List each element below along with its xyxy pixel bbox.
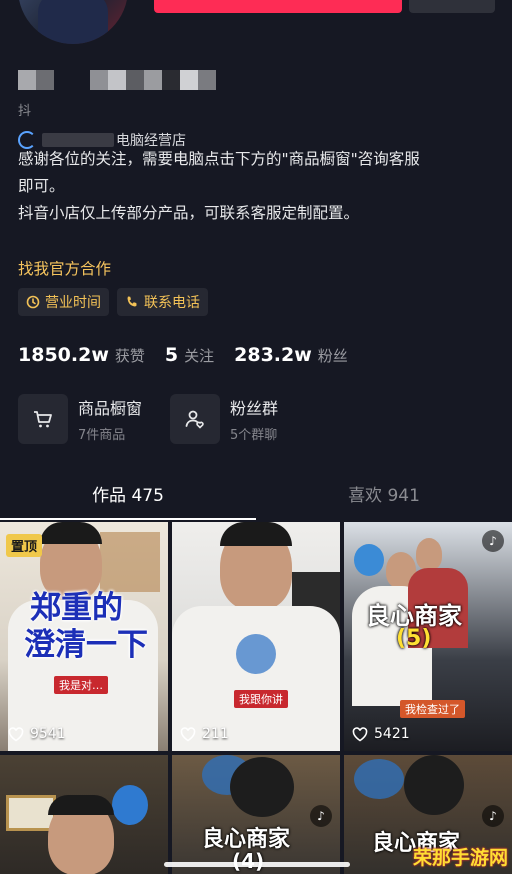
video-thumbnail[interactable]: 良心商家 ♪ 荣那手游网 — [344, 755, 512, 874]
following-label[interactable]: 关注 — [184, 345, 214, 366]
entry-title: 粉丝群 — [230, 399, 279, 418]
likes-count: 1850.2w — [18, 344, 109, 366]
business-hours-chip[interactable]: 营业时间 — [18, 288, 109, 316]
like-value: 211 — [202, 726, 229, 742]
video-subtitle: 我检查过了 — [400, 700, 465, 718]
tiktok-logo-icon: ♪ — [482, 530, 504, 552]
following-count[interactable]: 5 — [165, 344, 178, 366]
like-count: 5421 — [352, 726, 410, 742]
bio: 感谢各位的关注，需要电脑点击下方的"商品橱窗"咨询客服 即可。 抖音小店仅上传部… — [18, 146, 496, 227]
profile-header — [0, 0, 512, 70]
more-button[interactable] — [409, 0, 495, 13]
douyin-id: 抖 — [18, 104, 32, 119]
tab-works[interactable]: 作品 475 — [0, 476, 256, 520]
video-thumbnail[interactable]: 良心商家 (5) 我检查过了 ♪ 5421 — [344, 522, 512, 751]
heart-icon — [352, 726, 368, 741]
video-thumbnail[interactable]: 置顶 郑重的 澄清一下 我是对… 9541 — [0, 522, 168, 751]
entry-title: 商品橱窗 — [78, 399, 143, 418]
bio-line: 即可。 — [18, 177, 65, 195]
contact-phone-chip[interactable]: 联系电话 — [117, 288, 208, 316]
tab-likes[interactable]: 喜欢 941 — [256, 476, 512, 520]
like-count: 211 — [180, 726, 229, 742]
entry-subtitle: 5个群聊 — [230, 428, 278, 443]
video-subtitle: 我是对… — [54, 676, 108, 694]
heart-icon — [8, 726, 24, 741]
entry-cards: 商品橱窗 7件商品 粉丝群 5个群聊 — [18, 394, 278, 444]
stats-row: 1850.2w 获赞 5 关注 283.2w 粉丝 — [18, 344, 368, 366]
like-count: 9541 — [8, 726, 66, 742]
like-value: 9541 — [30, 726, 66, 742]
like-value: 5421 — [374, 726, 410, 742]
avatar[interactable] — [18, 0, 128, 44]
bio-line: 抖音小店仅上传部分产品，可联系客服定制配置。 — [18, 204, 360, 222]
follow-button[interactable] — [154, 0, 402, 13]
shop-name-mask — [42, 133, 114, 147]
chip-label: 联系电话 — [144, 295, 200, 311]
heart-icon — [180, 726, 196, 741]
likes-label: 获赞 — [114, 347, 145, 365]
video-thumbnail[interactable]: 我跟你讲 211 — [172, 522, 340, 751]
video-caption: (4) — [232, 849, 265, 873]
official-cooperation-link[interactable]: 找我官方合作 — [18, 257, 111, 279]
followers-label[interactable]: 粉丝 — [318, 345, 348, 366]
site-watermark: 荣那手游网 — [412, 847, 508, 869]
username-mosaic — [18, 70, 216, 90]
followers-count[interactable]: 283.2w — [234, 344, 312, 366]
entry-subtitle: 7件商品 — [78, 428, 126, 443]
active-tab-indicator — [0, 518, 256, 520]
video-caption: (5) — [396, 626, 432, 651]
video-thumbnail[interactable]: 良心商家 (4) ♪ — [172, 755, 340, 874]
fan-group-entry[interactable]: 粉丝群 5个群聊 — [170, 394, 278, 444]
product-showcase-entry[interactable]: 商品橱窗 7件商品 — [18, 394, 142, 444]
video-caption: 澄清一下 — [24, 627, 148, 663]
tiktok-logo-icon: ♪ — [310, 805, 332, 827]
content-tabs: 作品 475 喜欢 941 — [0, 476, 512, 520]
phone-icon — [127, 296, 137, 307]
cart-icon — [34, 411, 52, 428]
video-thumbnail[interactable] — [0, 755, 168, 874]
pinned-badge: 置顶 — [6, 534, 43, 557]
video-subtitle: 我跟你讲 — [234, 690, 288, 708]
info-chips: 营业时间 联系电话 — [18, 288, 208, 316]
bio-line: 感谢各位的关注，需要电脑点击下方的"商品橱窗"咨询客服 — [18, 150, 420, 168]
clock-icon — [26, 295, 40, 309]
home-indicator — [164, 862, 350, 867]
chip-label: 营业时间 — [45, 295, 101, 311]
tiktok-logo-icon: ♪ — [482, 805, 504, 827]
group-icon — [185, 410, 204, 429]
